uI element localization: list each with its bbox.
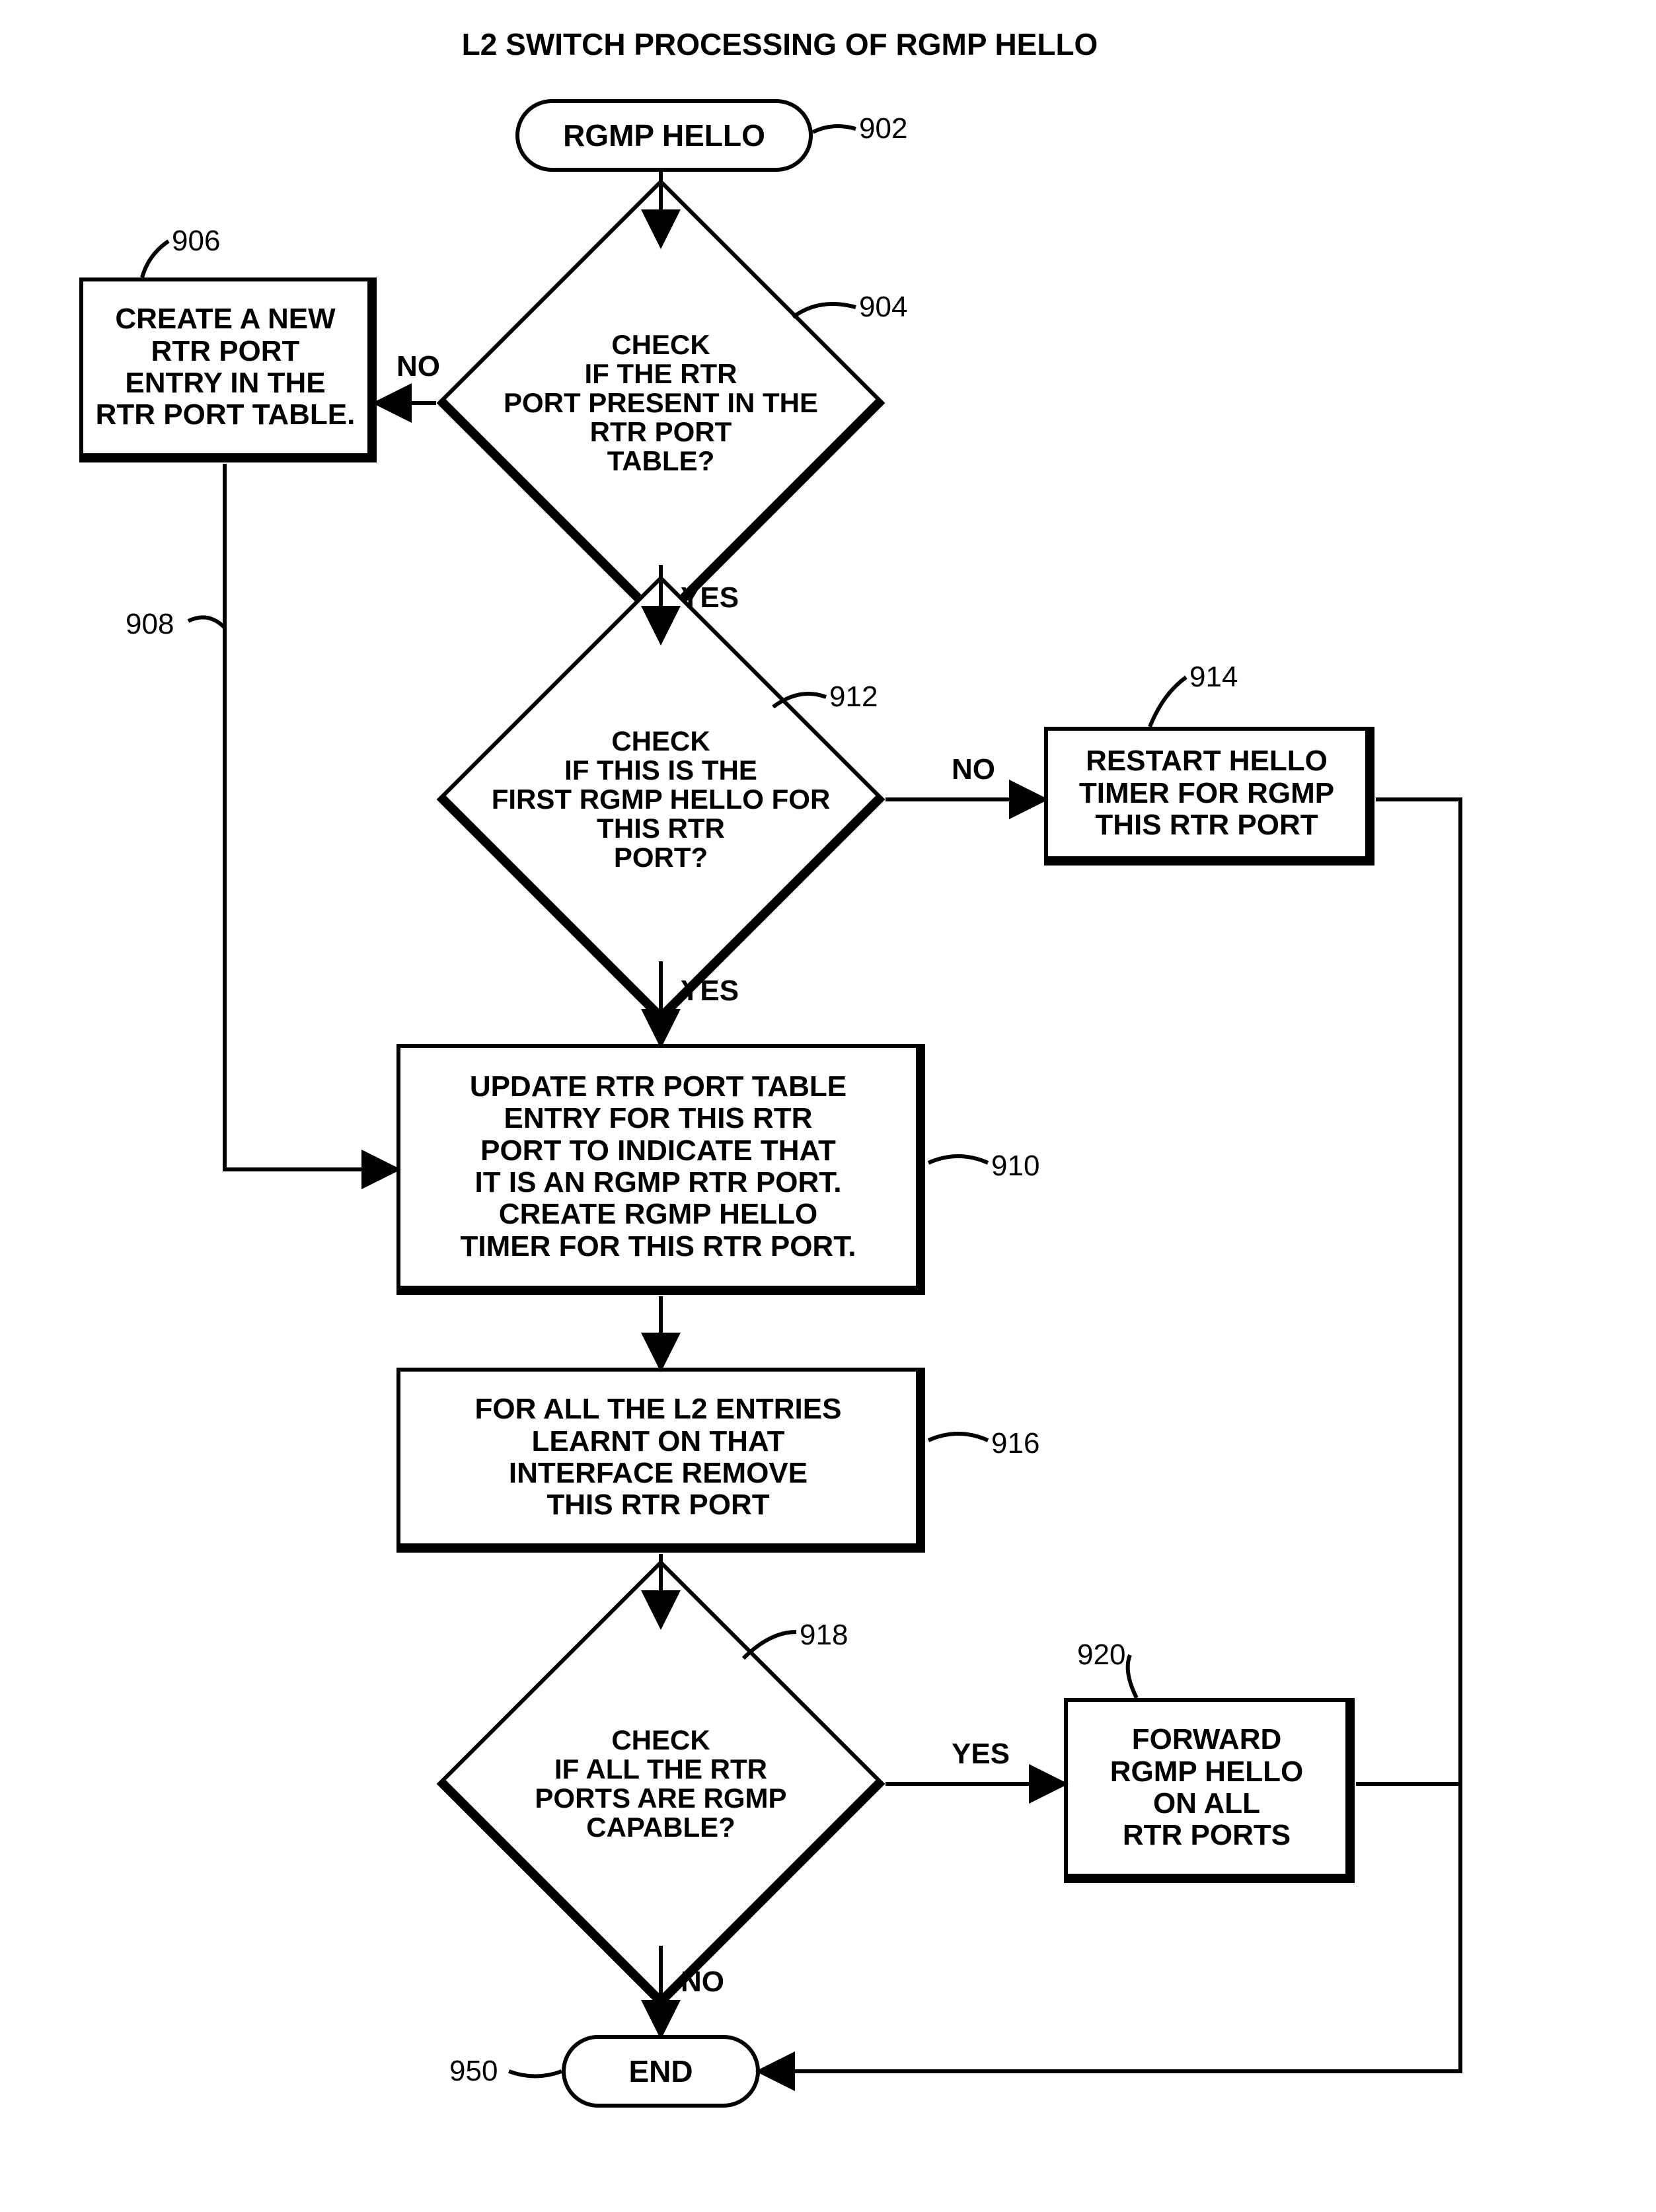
- ref-910: 910: [991, 1150, 1039, 1183]
- decision-912: CHECK IF THIS IS THE FIRST RGMP HELLO FO…: [502, 641, 819, 958]
- end-text: END: [628, 2053, 693, 2089]
- label-912-yes: YES: [681, 975, 739, 1008]
- process-906: CREATE A NEW RTR PORT ENTRY IN THE RTR P…: [79, 277, 377, 462]
- start-text: RGMP HELLO: [563, 118, 765, 153]
- process-910: UPDATE RTR PORT TABLE ENTRY FOR THIS RTR…: [396, 1044, 925, 1295]
- ref-902: 902: [859, 112, 907, 145]
- ref-906: 906: [172, 225, 220, 258]
- ref-914: 914: [1189, 661, 1238, 694]
- ref-950: 950: [449, 2055, 498, 2088]
- label-904-yes: YES: [681, 581, 739, 614]
- decision-904: CHECK IF THE RTR PORT PRESENT IN THE RTR…: [502, 244, 819, 562]
- label-918-no: NO: [681, 1966, 724, 1999]
- ref-920: 920: [1077, 1639, 1125, 1672]
- decision-918-text: CHECK IF ALL THE RTR PORTS ARE RGMP CAPA…: [439, 1625, 883, 1942]
- decision-912-text: CHECK IF THIS IS THE FIRST RGMP HELLO FO…: [439, 641, 883, 958]
- decision-904-text: CHECK IF THE RTR PORT PRESENT IN THE RTR…: [439, 244, 883, 562]
- label-912-no: NO: [952, 753, 995, 786]
- process-910-text: UPDATE RTR PORT TABLE ENTRY FOR THIS RTR…: [461, 1071, 856, 1263]
- process-914-text: RESTART HELLO TIMER FOR RGMP THIS RTR PO…: [1079, 745, 1334, 841]
- process-916: FOR ALL THE L2 ENTRIES LEARNT ON THAT IN…: [396, 1368, 925, 1553]
- decision-918: CHECK IF ALL THE RTR PORTS ARE RGMP CAPA…: [502, 1625, 819, 1942]
- process-920-text: FORWARD RGMP HELLO ON ALL RTR PORTS: [1110, 1724, 1304, 1852]
- start-node: RGMP HELLO: [515, 99, 813, 172]
- process-906-text: CREATE A NEW RTR PORT ENTRY IN THE RTR P…: [96, 303, 356, 431]
- flowchart-page: L2 SWITCH PROCESSING OF RGMP HELLO RGMP …: [26, 26, 1630, 2186]
- page-title: L2 SWITCH PROCESSING OF RGMP HELLO: [317, 26, 1242, 62]
- ref-908: 908: [126, 608, 174, 641]
- process-916-text: FOR ALL THE L2 ENTRIES LEARNT ON THAT IN…: [475, 1393, 842, 1522]
- end-node: END: [562, 2035, 760, 2108]
- process-920: FORWARD RGMP HELLO ON ALL RTR PORTS: [1064, 1698, 1355, 1883]
- label-904-no: NO: [396, 350, 440, 383]
- process-914: RESTART HELLO TIMER FOR RGMP THIS RTR PO…: [1044, 727, 1374, 866]
- label-918-yes: YES: [952, 1738, 1010, 1771]
- ref-916: 916: [991, 1427, 1039, 1460]
